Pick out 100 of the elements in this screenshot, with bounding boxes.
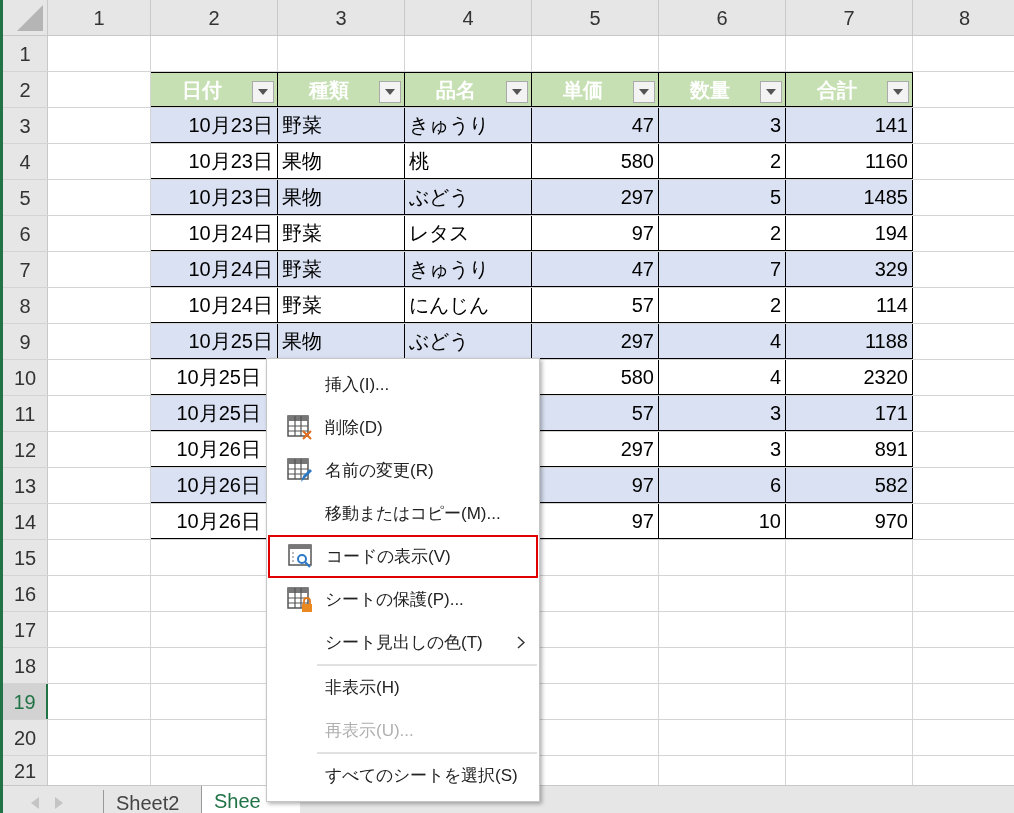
row-header[interactable]: 6 xyxy=(3,216,48,251)
table-cell: 果物 xyxy=(278,180,405,215)
table-cell: 5 xyxy=(659,180,786,215)
table-cell: ぶどう xyxy=(405,324,532,359)
table-cell: 97 xyxy=(532,216,659,251)
table-cell: 891 xyxy=(786,432,913,467)
table-cell: 10 xyxy=(659,504,786,539)
table-cell: 4 xyxy=(659,360,786,395)
protect-lock-icon xyxy=(287,587,313,613)
table-cell: 果物 xyxy=(278,144,405,179)
table-cell: 194 xyxy=(786,216,913,251)
row-header[interactable]: 13 xyxy=(3,468,48,503)
table-cell: 580 xyxy=(532,144,659,179)
table-cell: 7 xyxy=(659,252,786,287)
row-header[interactable]: 21 xyxy=(3,756,48,785)
table-cell: 47 xyxy=(532,108,659,143)
menu-item[interactable]: シート見出しの色(T) xyxy=(267,621,539,664)
table-cell: 297 xyxy=(532,324,659,359)
row-header[interactable]: 11 xyxy=(3,396,48,431)
table-cell: 57 xyxy=(532,288,659,323)
table-cell: 141 xyxy=(786,108,913,143)
row-header[interactable]: 9 xyxy=(3,324,48,359)
table-cell: ぶどう xyxy=(405,180,532,215)
table-cell: 329 xyxy=(786,252,913,287)
table-cell: 1160 xyxy=(786,144,913,179)
table-cell: 47 xyxy=(532,252,659,287)
row-header[interactable]: 2 xyxy=(3,72,48,107)
table-cell: 4 xyxy=(659,324,786,359)
row-header[interactable]: 18 xyxy=(3,648,48,683)
dropdown-caret-icon xyxy=(512,89,522,95)
column-header[interactable]: 4 xyxy=(405,0,532,36)
column-heading: 種類 xyxy=(309,77,349,103)
table-cell: 297 xyxy=(532,180,659,215)
dropdown-caret-icon xyxy=(639,89,649,95)
menu-item[interactable]: 非表示(H) xyxy=(267,666,539,709)
table-cell: きゅうり xyxy=(405,108,532,143)
table-cell: 114 xyxy=(786,288,913,323)
column-heading: 品名 xyxy=(436,77,476,103)
delete-sheet-icon xyxy=(287,415,313,441)
table-cell: 野菜 xyxy=(278,252,405,287)
table-cell: 10月23日 xyxy=(151,108,278,143)
table-cell: 果物 xyxy=(278,324,405,359)
filter-dropdown-button[interactable] xyxy=(760,81,782,103)
row-header[interactable]: 4 xyxy=(3,144,48,179)
table-cell: 171 xyxy=(786,396,913,431)
column-heading: 単価 xyxy=(563,77,603,103)
table-cell: 582 xyxy=(786,468,913,503)
row-header[interactable]: 16 xyxy=(3,576,48,611)
table-cell: 10月24日 xyxy=(151,216,278,251)
table-cell: 2320 xyxy=(786,360,913,395)
menu-item[interactable]: シートの保護(P)... xyxy=(267,578,539,621)
table-cell: 10月25日 xyxy=(151,324,278,359)
row-header[interactable]: 3 xyxy=(3,108,48,143)
column-header[interactable]: 6 xyxy=(659,0,786,36)
filter-dropdown-button[interactable] xyxy=(379,81,401,103)
filter-dropdown-button[interactable] xyxy=(887,81,909,103)
row-header[interactable]: 5 xyxy=(3,180,48,215)
row-header[interactable]: 7 xyxy=(3,252,48,287)
table-cell: 桃 xyxy=(405,144,532,179)
table-cell: 1188 xyxy=(786,324,913,359)
column-header[interactable]: 2 xyxy=(151,0,278,36)
table-cell: 2 xyxy=(659,288,786,323)
table-cell: 10月23日 xyxy=(151,180,278,215)
row-header[interactable]: 15 xyxy=(3,540,48,575)
column-header[interactable]: 7 xyxy=(786,0,913,36)
table-cell: 10月24日 xyxy=(151,252,278,287)
row-header[interactable]: 14 xyxy=(3,504,48,539)
table-cell: 3 xyxy=(659,108,786,143)
view-code-icon xyxy=(288,544,314,570)
row-header[interactable]: 19 xyxy=(3,684,48,719)
submenu-chevron-icon xyxy=(517,636,525,649)
table-cell: 野菜 xyxy=(278,108,405,143)
column-heading: 数量 xyxy=(690,77,730,103)
dropdown-caret-icon xyxy=(766,89,776,95)
filter-dropdown-button[interactable] xyxy=(633,81,655,103)
table-cell: 3 xyxy=(659,432,786,467)
table-cell: レタス xyxy=(405,216,532,251)
table-cell: 3 xyxy=(659,396,786,431)
row-header[interactable]: 12 xyxy=(3,432,48,467)
column-header[interactable]: 8 xyxy=(913,0,1014,36)
table-cell: 10月24日 xyxy=(151,288,278,323)
row-header[interactable]: 1 xyxy=(3,36,48,71)
column-header[interactable]: 3 xyxy=(278,0,405,36)
rename-pencil-icon xyxy=(287,458,313,484)
dropdown-caret-icon xyxy=(893,89,903,95)
filter-dropdown-button[interactable] xyxy=(506,81,528,103)
row-header[interactable]: 8 xyxy=(3,288,48,323)
table-cell: 1485 xyxy=(786,180,913,215)
row-header[interactable]: 20 xyxy=(3,720,48,755)
table-cell: 野菜 xyxy=(278,288,405,323)
table-cell: 野菜 xyxy=(278,216,405,251)
table-cell: 970 xyxy=(786,504,913,539)
row-header[interactable]: 17 xyxy=(3,612,48,647)
filter-dropdown-button[interactable] xyxy=(252,81,274,103)
table-cell: 2 xyxy=(659,216,786,251)
column-heading: 合計 xyxy=(817,77,857,103)
column-header[interactable]: 5 xyxy=(532,0,659,36)
row-header[interactable]: 10 xyxy=(3,360,48,395)
column-header[interactable]: 1 xyxy=(48,0,151,36)
table-cell: 6 xyxy=(659,468,786,503)
